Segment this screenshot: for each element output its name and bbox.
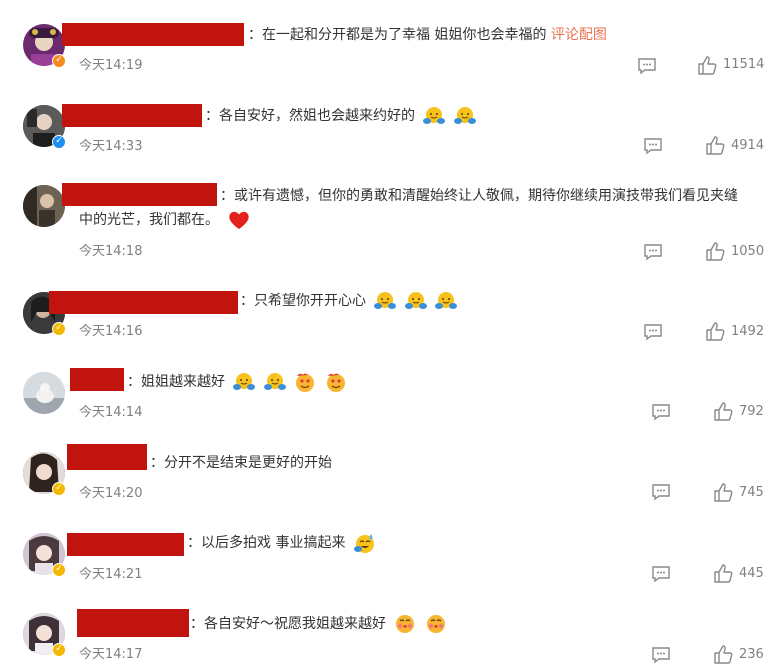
comment-time: 今天14:21: [79, 567, 143, 582]
redacted-username[interactable]: [70, 368, 124, 391]
thumbs-up-icon[interactable]: [712, 562, 734, 584]
comment-item: ✓ ：以后多拍戏 事业搞起来 今天14:21 445: [0, 529, 777, 609]
verified-badge-icon: ✓: [52, 54, 66, 68]
comment-text: ：姐姐越来越好: [127, 371, 347, 394]
comment-item: ✓ ：各自安好～祝愿我姐越来越好 今天14:17 236: [0, 609, 777, 668]
comment-time: 今天14:33: [79, 139, 143, 154]
avatar[interactable]: [23, 372, 65, 414]
thumbs-up-icon[interactable]: [712, 400, 734, 422]
comment-icon[interactable]: [642, 135, 664, 157]
redacted-username[interactable]: [77, 609, 189, 637]
comment-item: ✓ ：在一起和分开都是为了幸福 姐姐你也会幸福的 评论配图 今天14:19 11…: [0, 20, 777, 100]
comment-text: ：或许有遗憾，但你的勇敢和清醒始终让人敬佩，期待你继续用演技带我们看见夹缝: [220, 188, 738, 204]
redacted-username[interactable]: [49, 291, 238, 314]
kiss-face-emoji-icon: [396, 615, 415, 633]
comment-image-link[interactable]: 评论配图: [551, 27, 607, 43]
hug-emoji-icon: [404, 292, 427, 309]
comment-text: ：分开不是结束是更好的开始: [150, 455, 332, 471]
avatar[interactable]: [23, 185, 65, 227]
red-heart-icon: [229, 211, 250, 229]
thumbs-up-icon[interactable]: [704, 320, 726, 342]
like-count: 745: [739, 485, 764, 500]
comment-icon[interactable]: [642, 321, 664, 343]
redacted-username[interactable]: [62, 104, 202, 127]
comment-text-continued: 中的光芒，我们都在。: [79, 209, 251, 232]
like-count: 236: [739, 647, 764, 662]
redacted-username[interactable]: [67, 533, 184, 556]
comment-item: ：或许有遗憾，但你的勇敢和清醒始终让人敬佩，期待你继续用演技带我们看见夹缝 中的…: [0, 181, 777, 271]
redacted-username[interactable]: [62, 23, 244, 46]
thumbs-up-icon[interactable]: [696, 54, 718, 76]
comment-icon[interactable]: [642, 241, 664, 263]
comment-time: 今天14:16: [79, 324, 143, 339]
comment-item: ✓ ：分开不是结束是更好的开始 今天14:20 745: [0, 444, 777, 528]
like-count: 1492: [731, 324, 765, 339]
hug-emoji-icon: [233, 373, 256, 390]
comment-item: ：姐姐越来越好 今天14:14 792: [0, 368, 777, 448]
hug-emoji-icon: [374, 292, 397, 309]
comment-icon[interactable]: [636, 55, 658, 77]
comment-time: 今天14:14: [79, 405, 143, 420]
verified-badge-icon: ✓: [52, 322, 66, 336]
comment-icon[interactable]: [650, 644, 672, 666]
comment-icon[interactable]: [650, 481, 672, 503]
redacted-username[interactable]: [67, 444, 147, 470]
comment-time: 今天14:19: [79, 58, 143, 73]
redacted-username[interactable]: [62, 183, 217, 206]
hug-emoji-icon: [435, 292, 458, 309]
hug-emoji-icon: [423, 107, 446, 124]
verified-badge-icon: ✓: [52, 482, 66, 496]
love-face-emoji-icon: [326, 373, 345, 392]
comment-text: ：在一起和分开都是为了幸福 姐姐你也会幸福的 评论配图: [248, 27, 607, 43]
like-count: 4914: [731, 138, 765, 153]
like-count: 1050: [731, 244, 765, 259]
hug-emoji-icon: [263, 373, 286, 390]
comment-text: ：只希望你开开心心: [240, 290, 458, 313]
comment-time: 今天14:17: [79, 647, 143, 662]
comment-item: ✓ ：各自安好，然姐也会越来约好的 今天14:33 4914: [0, 101, 777, 181]
hug-emoji-icon: [453, 107, 476, 124]
comment-text: ：各自安好～祝愿我姐越来越好: [190, 613, 447, 636]
comment-icon[interactable]: [650, 563, 672, 585]
comment-icon[interactable]: [650, 401, 672, 423]
kiss-face-emoji-icon: [426, 615, 445, 633]
sweat-smile-emoji-icon: [353, 534, 374, 553]
like-count: 792: [739, 404, 764, 419]
comment-item: ✓ ：只希望你开开心心 今天14:16 1492: [0, 288, 777, 368]
verified-badge-icon: ✓: [52, 563, 66, 577]
comment-time: 今天14:20: [79, 486, 143, 501]
thumbs-up-icon[interactable]: [704, 240, 726, 262]
verified-badge-icon: ✓: [52, 643, 66, 657]
verified-badge-icon: ✓: [52, 135, 66, 149]
comment-time: 今天14:18: [79, 244, 143, 259]
comment-text: ：各自安好，然姐也会越来约好的: [205, 105, 476, 128]
thumbs-up-icon[interactable]: [704, 134, 726, 156]
like-count: 445: [739, 566, 764, 581]
thumbs-up-icon[interactable]: [712, 481, 734, 503]
comment-text: ：以后多拍戏 事业搞起来: [187, 532, 376, 555]
thumbs-up-icon[interactable]: [712, 643, 734, 665]
like-count: 11514: [723, 57, 765, 72]
love-face-emoji-icon: [296, 373, 315, 392]
